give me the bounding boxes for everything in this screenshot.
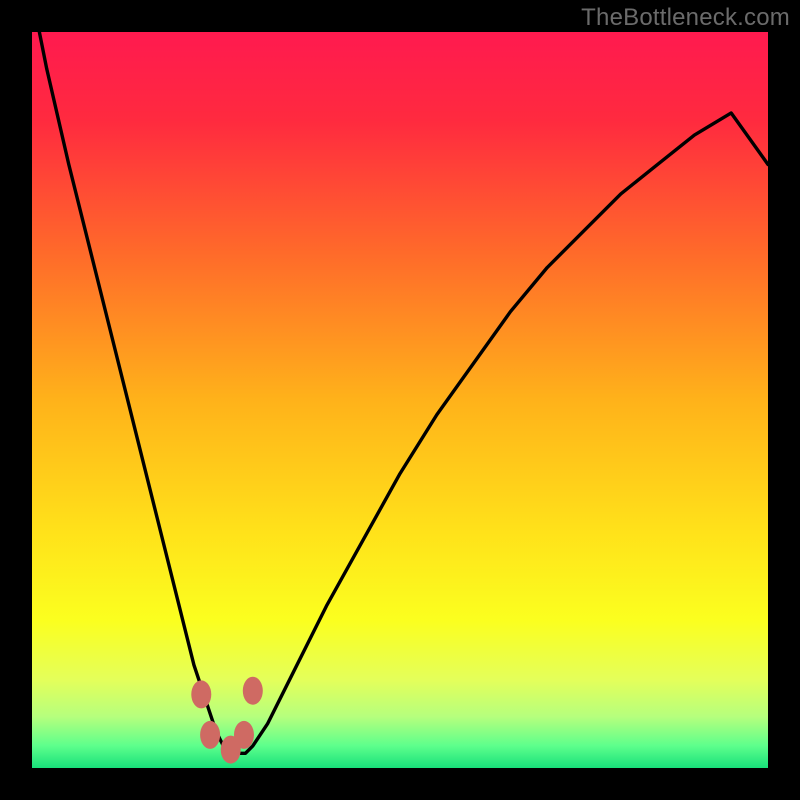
curve-marker [243, 677, 263, 705]
gradient-background [32, 32, 768, 768]
chart-frame [32, 32, 768, 768]
curve-marker [191, 680, 211, 708]
curve-marker [200, 721, 220, 749]
curve-marker [234, 721, 254, 749]
bottleneck-plot [32, 32, 768, 768]
watermark-text: TheBottleneck.com [581, 4, 790, 32]
